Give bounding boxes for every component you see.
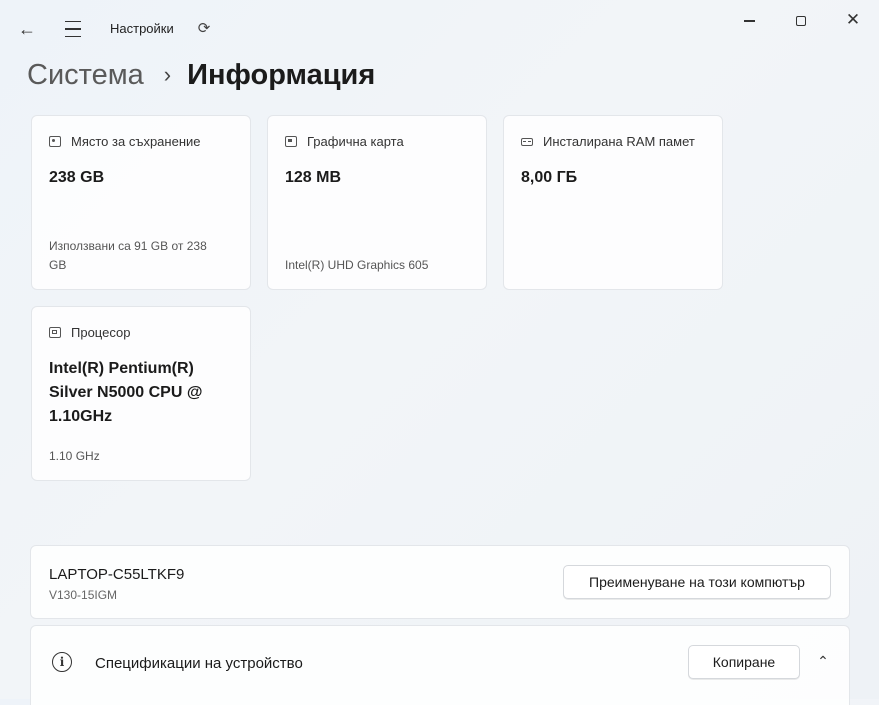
cpu-label: Процесор bbox=[71, 325, 131, 340]
storage-value: 238 GB bbox=[49, 169, 105, 186]
cpu-card-header: Процесор bbox=[49, 325, 130, 340]
title-bar: ← Настройки ⟳ ✕ bbox=[0, 0, 879, 48]
gpu-card: Графична карта 128 MB Intel(R) UHD Graph… bbox=[267, 115, 487, 290]
memory-icon bbox=[521, 137, 533, 146]
storage-card-header: Място за съхранение bbox=[49, 134, 201, 149]
maximize-icon[interactable] bbox=[790, 10, 812, 32]
chevron-up-icon[interactable]: ⌃ bbox=[812, 650, 834, 672]
rename-pc-button[interactable]: Преименуване на този компютър bbox=[563, 565, 831, 599]
storage-label: Място за съхранение bbox=[71, 134, 201, 149]
hamburger-menu-icon[interactable] bbox=[60, 17, 86, 41]
breadcrumb-parent[interactable]: Система bbox=[27, 59, 144, 92]
gpu-label: Графична карта bbox=[307, 134, 404, 149]
ram-card: Инсталирана RAM памет 8,00 ГБ bbox=[503, 115, 723, 290]
cpu-value-line1: Intel(R) Pentium(R) bbox=[49, 360, 194, 377]
device-specs-label: Спецификации на устройство bbox=[95, 655, 303, 672]
storage-icon bbox=[49, 136, 61, 147]
breadcrumb: Система › Информация bbox=[27, 55, 375, 95]
page-title: Информация bbox=[187, 58, 376, 91]
gpu-card-header: Графична карта bbox=[285, 134, 404, 149]
gpu-model: Intel(R) UHD Graphics 605 bbox=[285, 258, 429, 272]
processor-icon bbox=[49, 327, 61, 338]
ram-card-header: Инсталирана RAM памет bbox=[521, 134, 695, 149]
graphics-card-icon bbox=[285, 136, 297, 147]
ram-value: 8,00 ГБ bbox=[521, 169, 578, 186]
cpu-value-line2: Silver N5000 CPU @ bbox=[49, 384, 203, 401]
info-icon: i bbox=[52, 652, 72, 672]
app-title: Настройки bbox=[110, 21, 174, 36]
cpu-card: Процесор Intel(R) Pentium(R) Silver N500… bbox=[31, 306, 251, 481]
copilot-icon[interactable]: ⟳ bbox=[194, 18, 214, 38]
device-specs-card[interactable]: i Спецификации на устройство Копиране ⌃ bbox=[30, 625, 850, 705]
storage-usage-line2: GB bbox=[49, 258, 67, 272]
device-name-card: LAPTOP-C55LTKF9 V130-15IGM Преименуване … bbox=[30, 545, 850, 619]
minimize-icon[interactable] bbox=[738, 10, 760, 32]
copy-button[interactable]: Копиране bbox=[688, 645, 800, 679]
device-model: V130-15IGM bbox=[49, 588, 118, 602]
storage-card: Място за съхранение 238 GB Използвани са… bbox=[31, 115, 251, 290]
cpu-speed: 1.10 GHz bbox=[49, 449, 100, 463]
breadcrumb-separator: › bbox=[163, 62, 172, 87]
back-arrow-icon[interactable]: ← bbox=[14, 17, 40, 41]
ram-label: Инсталирана RAM памет bbox=[543, 134, 695, 149]
device-name: LAPTOP-C55LTKF9 bbox=[49, 566, 185, 583]
storage-usage-line1: Използвани са 91 GB от 238 bbox=[49, 239, 207, 253]
cpu-value-line3: 1.10GHz bbox=[49, 408, 113, 425]
gpu-value: 128 MB bbox=[285, 169, 342, 186]
close-icon[interactable]: ✕ bbox=[842, 9, 864, 31]
